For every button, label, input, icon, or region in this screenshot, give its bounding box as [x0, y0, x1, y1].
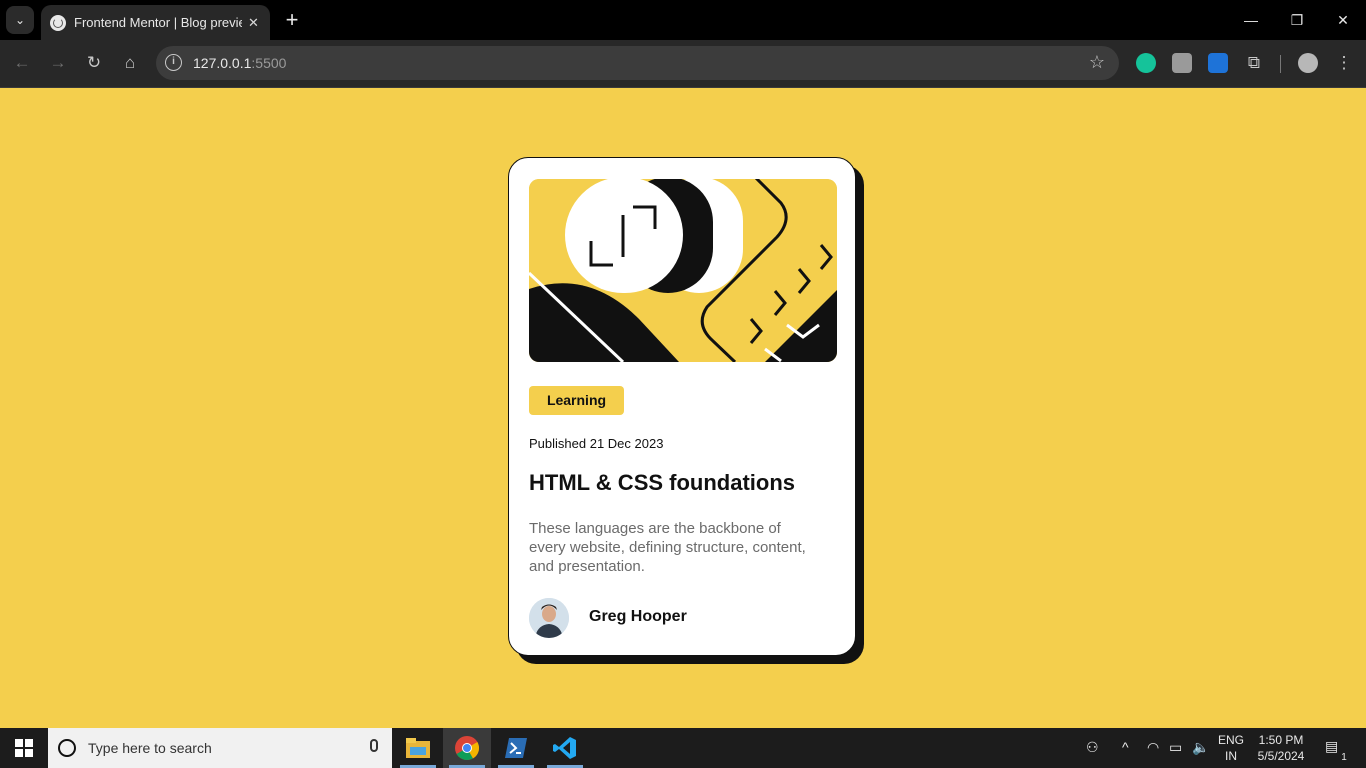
author-avatar: [529, 598, 569, 638]
blog-hero-illustration: [529, 179, 837, 362]
blog-preview-card: Learning Published 21 Dec 2023 HTML & CS…: [508, 157, 856, 656]
blog-title[interactable]: HTML & CSS foundations: [529, 470, 795, 496]
battery-icon[interactable]: ▭: [1169, 739, 1182, 756]
notification-count-badge: 1: [1341, 752, 1347, 763]
browser-tab-active[interactable]: Frontend Mentor | Blog preview ✕: [41, 5, 270, 40]
back-icon[interactable]: ←: [9, 50, 35, 76]
windows-start-icon[interactable]: [0, 728, 48, 768]
cortana-icon: [58, 739, 76, 757]
close-window-icon[interactable]: ✕: [1328, 8, 1358, 32]
tab-title: Frontend Mentor | Blog preview: [74, 15, 242, 30]
notifications-icon[interactable]: ▤: [1325, 738, 1338, 755]
wifi-icon[interactable]: ◠: [1147, 739, 1159, 756]
tab-search-dropdown-icon[interactable]: ⌄: [6, 6, 34, 34]
extensions-puzzle-icon[interactable]: ⧉: [1241, 50, 1267, 76]
author-name: Greg Hooper: [589, 608, 687, 625]
profile-avatar-icon[interactable]: [1298, 53, 1318, 73]
chrome-taskbar-icon[interactable]: [443, 728, 491, 768]
toolbar-divider: [1280, 55, 1281, 73]
microphone-icon[interactable]: [370, 739, 378, 752]
minimize-icon[interactable]: —: [1236, 8, 1266, 32]
restore-icon[interactable]: ❐: [1282, 8, 1312, 32]
category-badge: Learning: [529, 386, 624, 415]
taskbar-search-input[interactable]: Type here to search: [48, 728, 392, 768]
taskbar-search-placeholder: Type here to search: [88, 740, 212, 756]
published-date: Published 21 Dec 2023: [529, 436, 664, 451]
blog-description: These languages are the backbone of ever…: [529, 520, 806, 575]
url-text[interactable]: 127.0.0.1:5500: [193, 55, 286, 71]
address-bar[interactable]: i 127.0.0.1:5500 ☆: [156, 46, 1119, 80]
vscode-icon[interactable]: [541, 728, 589, 768]
reload-icon[interactable]: ↻: [81, 50, 107, 76]
powershell-icon[interactable]: [492, 728, 540, 768]
language-indicator[interactable]: ENG IN: [1214, 732, 1248, 764]
volume-icon[interactable]: 🔈: [1192, 739, 1209, 756]
file-explorer-icon[interactable]: [394, 728, 442, 768]
people-icon[interactable]: ⚇: [1086, 739, 1099, 756]
windows-taskbar: Type here to search ⚇ ^ ◠ ▭ 🔈 ENG IN 1:50…: [0, 728, 1366, 768]
browser-menu-icon[interactable]: ⋮: [1331, 50, 1357, 76]
bookmark-star-icon[interactable]: ☆: [1089, 52, 1105, 73]
browser-tabbar: ⌄ Frontend Mentor | Blog preview ✕ + — ❐…: [0, 0, 1366, 40]
forward-icon[interactable]: →: [45, 50, 71, 76]
tab-favicon-icon: [50, 14, 66, 31]
screenshot-extension-icon[interactable]: [1208, 53, 1228, 73]
home-icon[interactable]: ⌂: [117, 50, 143, 76]
camera-extension-icon[interactable]: [1172, 53, 1192, 73]
site-info-icon[interactable]: i: [165, 54, 182, 71]
clock[interactable]: 1:50 PM 5/5/2024: [1250, 732, 1312, 764]
grammarly-extension-icon[interactable]: [1136, 53, 1156, 73]
browser-toolbar: ← → ↻ ⌂ i 127.0.0.1:5500 ☆ ⧉ ⋮: [0, 40, 1366, 88]
new-tab-button[interactable]: +: [283, 8, 301, 32]
tab-close-icon[interactable]: ✕: [248, 15, 259, 31]
show-hidden-icons-chevron-icon[interactable]: ^: [1122, 739, 1129, 755]
